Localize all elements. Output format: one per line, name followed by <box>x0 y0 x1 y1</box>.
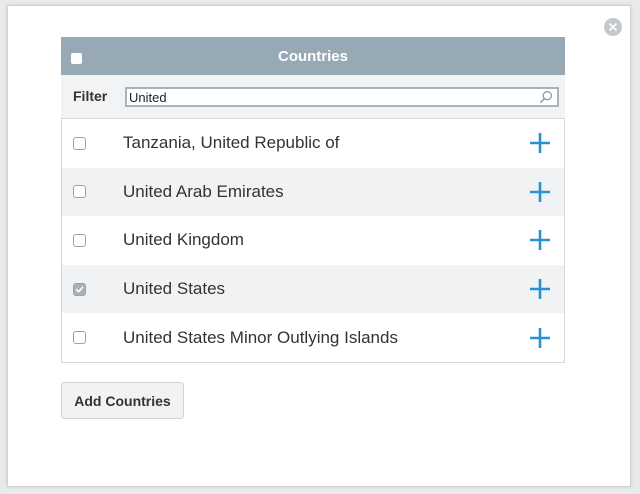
country-checkbox[interactable] <box>73 136 86 150</box>
list-item: United Arab Emirates <box>62 167 564 217</box>
country-checkbox[interactable] <box>73 185 86 199</box>
plus-icon[interactable] <box>529 181 551 203</box>
filter-row: Filter <box>61 75 565 118</box>
country-name: United Kingdom <box>123 230 244 250</box>
plus-icon[interactable] <box>529 132 551 154</box>
country-name: United Arab Emirates <box>123 181 284 201</box>
countries-list: Tanzania, United Republic of United Arab … <box>61 118 565 363</box>
close-icon[interactable] <box>604 18 622 36</box>
panel-title: Countries <box>277 47 348 65</box>
select-all-checkbox[interactable] <box>71 53 82 64</box>
plus-icon[interactable] <box>529 229 551 251</box>
list-item: United States Minor Outlying Islands <box>62 313 564 362</box>
list-item: Tanzania, United Republic of <box>62 119 564 168</box>
country-name: United States <box>123 279 226 299</box>
search-icon <box>540 90 553 103</box>
list-item: United States <box>62 264 564 314</box>
plus-icon[interactable] <box>529 278 551 300</box>
plus-icon[interactable] <box>529 327 551 349</box>
country-checkbox[interactable] <box>73 331 86 345</box>
list-item: United Kingdom <box>62 216 564 265</box>
country-checkbox[interactable] <box>73 233 86 247</box>
filter-label: Filter <box>73 88 108 104</box>
countries-panel-header: Countries <box>61 37 565 75</box>
filter-input[interactable] <box>127 89 532 105</box>
country-name: United States Minor Outlying Islands <box>123 327 398 347</box>
add-countries-button[interactable]: Add Countries <box>61 382 184 419</box>
country-name: Tanzania, United Republic of <box>123 133 340 153</box>
checkmark-icon <box>75 285 84 293</box>
country-checkbox[interactable] <box>73 282 86 296</box>
filter-field <box>125 87 559 107</box>
